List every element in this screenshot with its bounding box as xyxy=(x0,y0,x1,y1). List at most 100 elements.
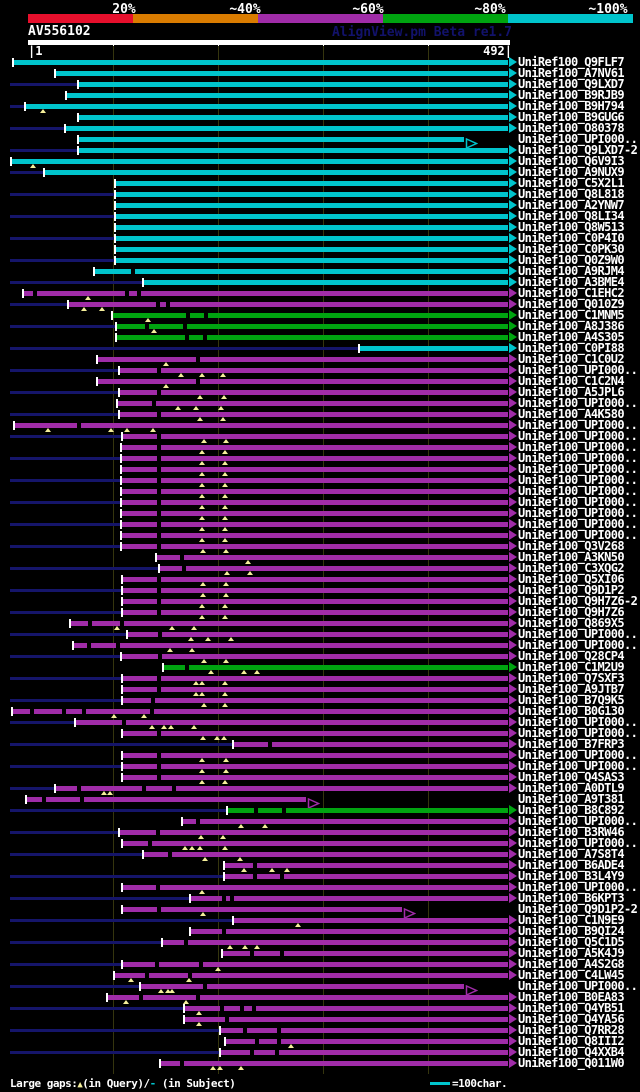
alignment-break xyxy=(184,940,188,945)
alignment-break xyxy=(131,269,135,274)
query-extent-line xyxy=(10,963,121,966)
alignment-break xyxy=(166,302,170,307)
alignment-break xyxy=(125,291,129,296)
alignment-break xyxy=(30,709,34,714)
alignment-bar xyxy=(69,302,508,307)
arrowhead-icon xyxy=(509,541,517,551)
arrowhead-icon xyxy=(509,288,517,298)
start-tick xyxy=(22,289,24,298)
alignment-bar xyxy=(116,181,508,186)
start-tick xyxy=(232,916,234,925)
arrowhead-icon xyxy=(509,816,517,826)
alignment-break xyxy=(186,313,190,318)
alignment-bar xyxy=(123,731,508,736)
arrowhead-icon xyxy=(509,365,517,375)
start-tick xyxy=(54,784,56,793)
alignment-bar xyxy=(123,698,508,703)
query-extent-line xyxy=(10,237,114,240)
alignment-break xyxy=(157,764,161,769)
alignment-break xyxy=(152,401,156,406)
alignment-bar xyxy=(123,610,508,615)
alignment-bar xyxy=(74,643,508,648)
arrowhead-icon xyxy=(509,1047,517,1057)
start-tick xyxy=(155,553,157,562)
arrowhead-icon xyxy=(509,684,517,694)
start-tick xyxy=(118,410,120,419)
query-extent-line xyxy=(10,171,43,174)
start-tick xyxy=(106,993,108,1002)
query-extent-line xyxy=(10,303,67,306)
start-tick xyxy=(115,333,117,342)
arrowhead-icon xyxy=(509,266,517,276)
start-tick xyxy=(113,971,115,980)
start-tick xyxy=(120,509,122,518)
alignment-break xyxy=(280,951,284,956)
alignment-break xyxy=(196,357,200,362)
alignment-break xyxy=(196,819,200,824)
arrowhead-icon xyxy=(509,783,517,793)
alignment-break xyxy=(254,808,258,813)
query-extent-line xyxy=(10,809,226,812)
start-tick xyxy=(121,839,123,848)
arrowhead-icon xyxy=(509,68,517,78)
gap-triangle-icon xyxy=(238,1066,244,1070)
query-extent-line xyxy=(10,215,114,218)
arrowhead-icon xyxy=(509,178,517,188)
alignment-break xyxy=(253,874,257,879)
query-extent-line xyxy=(10,369,118,372)
arrowhead-icon xyxy=(509,607,517,617)
query-extent-line xyxy=(10,677,121,680)
alignment-row[interactable]: UniRef100_Q011W0 xyxy=(0,1057,640,1070)
arrowhead-icon xyxy=(509,849,517,859)
start-tick xyxy=(121,773,123,782)
alignment-bar xyxy=(24,291,508,296)
query-extent-line xyxy=(10,743,232,746)
alignment-break xyxy=(157,687,161,692)
start-tick xyxy=(114,245,116,254)
alignment-break xyxy=(42,797,46,802)
start-tick xyxy=(120,465,122,474)
alignment-bar xyxy=(13,709,508,714)
arrowhead-icon xyxy=(509,57,517,67)
alignment-break xyxy=(157,500,161,505)
arrowhead-icon xyxy=(509,167,517,177)
alignment-break xyxy=(185,335,189,340)
arrowhead-icon xyxy=(509,244,517,254)
alignment-break xyxy=(139,995,143,1000)
alignment-break xyxy=(157,533,161,538)
start-tick xyxy=(77,80,79,89)
alignment-bar xyxy=(116,247,508,252)
query-extent-line xyxy=(10,259,114,262)
alignment-break xyxy=(199,962,203,967)
alignment-bar xyxy=(122,478,508,483)
start-tick xyxy=(121,608,123,617)
query-extent-line xyxy=(10,897,189,900)
arrowhead-icon xyxy=(509,552,517,562)
start-tick xyxy=(121,597,123,606)
arrowhead-icon xyxy=(509,673,517,683)
arrowhead-icon xyxy=(509,431,517,441)
alignment-break xyxy=(145,324,149,329)
alignment-bar xyxy=(116,203,508,208)
query-extent-line xyxy=(10,83,77,86)
query-extent-line xyxy=(10,127,64,130)
alignment-bar xyxy=(157,555,508,560)
alignment-bar xyxy=(221,1050,508,1055)
arrowhead-icon xyxy=(509,970,517,980)
alignment-bar xyxy=(123,577,508,582)
legend-query-text: (in Query)/ xyxy=(82,1077,150,1090)
query-extent-line xyxy=(10,655,120,658)
start-tick xyxy=(43,168,45,177)
start-tick xyxy=(121,883,123,892)
alignment-bar xyxy=(123,775,508,780)
query-extent-line xyxy=(10,1029,219,1032)
start-tick xyxy=(219,1048,221,1057)
alignment-break xyxy=(156,830,160,835)
hit-label[interactable]: UniRef100_Q011W0 xyxy=(518,1057,625,1069)
alignment-bar xyxy=(116,236,508,241)
start-tick xyxy=(121,575,123,584)
arrowhead-icon xyxy=(509,200,517,210)
arrowhead-icon xyxy=(509,893,517,903)
alignment-bar xyxy=(228,808,508,813)
alignment-break xyxy=(282,808,286,813)
